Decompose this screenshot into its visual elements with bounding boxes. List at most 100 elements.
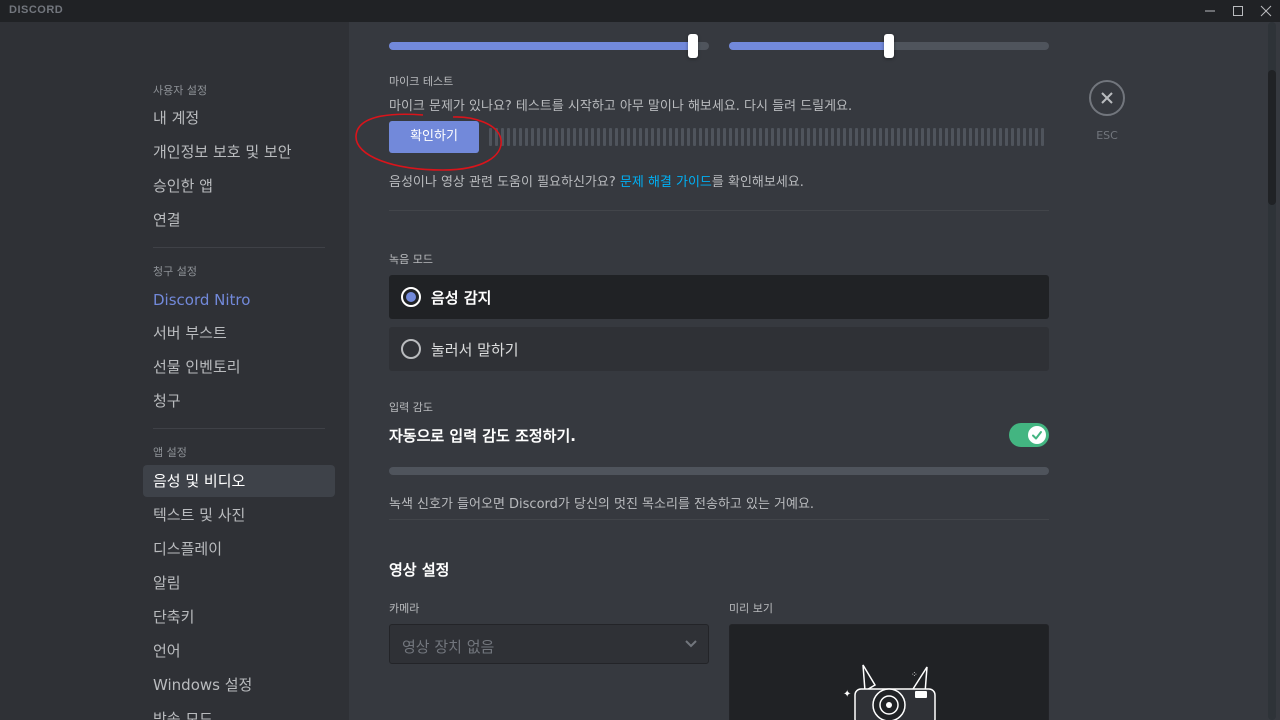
mic-level-bar — [963, 128, 966, 146]
mic-level-bar — [777, 128, 780, 146]
svg-text:✦: ✦ — [843, 689, 851, 700]
mic-level-bar — [1011, 128, 1014, 146]
mic-level-bar — [933, 128, 936, 146]
sidebar-item-windows-settings[interactable]: Windows 설정 — [143, 669, 335, 701]
sensitivity-meter — [389, 467, 1049, 475]
mic-level-bar — [669, 128, 672, 146]
mic-level-bar — [873, 128, 876, 146]
radio-button-unchecked — [401, 339, 421, 359]
sidebar-divider — [153, 428, 325, 429]
mic-level-bar — [771, 128, 774, 146]
mic-level-bar — [789, 128, 792, 146]
mic-level-bar — [813, 128, 816, 146]
sidebar-item-nitro[interactable]: Discord Nitro — [143, 284, 335, 316]
sidebar-item-language[interactable]: 언어 — [143, 635, 335, 667]
sidebar-item-keybinds[interactable]: 단축키 — [143, 601, 335, 633]
radio-voice-activity-label: 음성 감지 — [431, 289, 492, 307]
mic-level-bar — [1029, 128, 1032, 146]
camera-select[interactable]: 영상 장치 없음 — [389, 624, 709, 664]
mic-level-bar — [633, 128, 636, 146]
output-volume-handle[interactable] — [884, 34, 894, 58]
sidebar-item-my-account[interactable]: 내 계정 — [143, 102, 335, 134]
mic-level-bar — [903, 128, 906, 146]
mic-level-bar — [723, 128, 726, 146]
scrollbar-thumb[interactable] — [1268, 70, 1276, 205]
mic-level-bar — [489, 128, 492, 146]
video-settings-title: 영상 설정 — [389, 561, 450, 579]
mic-level-meter — [489, 128, 1049, 146]
output-volume-slider[interactable] — [729, 34, 1049, 58]
mic-level-bar — [693, 128, 696, 146]
mic-level-bar — [1017, 128, 1020, 146]
output-volume-fill — [729, 42, 889, 50]
mic-level-bar — [807, 128, 810, 146]
mic-level-bar — [651, 128, 654, 146]
mic-level-bar — [825, 128, 828, 146]
sidebar-item-text-images[interactable]: 텍스트 및 사진 — [143, 499, 335, 531]
radio-voice-activity[interactable]: 음성 감지 — [389, 275, 1049, 319]
mic-level-bar — [909, 128, 912, 146]
sidebar-item-server-boost[interactable]: 서버 부스트 — [143, 317, 335, 349]
mic-level-bar — [705, 128, 708, 146]
mic-level-bar — [987, 128, 990, 146]
sensitivity-note: 녹색 신호가 들어오면 Discord가 당신의 멋진 목소리를 전송하고 있는… — [389, 497, 815, 512]
svg-text:⁘: ⁘ — [911, 670, 918, 679]
mic-level-bar — [549, 128, 552, 146]
mic-level-bar — [567, 128, 570, 146]
input-volume-handle[interactable] — [688, 34, 698, 58]
scrollbar[interactable] — [1268, 22, 1276, 720]
mic-level-bar — [783, 128, 786, 146]
mic-level-bar — [849, 128, 852, 146]
mic-level-bar — [819, 128, 822, 146]
mic-level-bar — [501, 128, 504, 146]
section-divider — [389, 519, 1049, 520]
sidebar-item-gift-inventory[interactable]: 선물 인벤토리 — [143, 351, 335, 383]
mic-test-button[interactable]: 확인하기 — [389, 121, 479, 153]
title-bar: DISCORD — [0, 0, 1280, 22]
check-icon — [1032, 431, 1042, 440]
sidebar-item-billing[interactable]: 청구 — [143, 385, 335, 417]
auto-sensitivity-label: 자동으로 입력 감도 조정하기. — [389, 427, 576, 445]
settings-sidebar: 사용자 설정 내 계정 개인정보 보호 및 보안 승인한 앱 연결 청구 설정 … — [0, 22, 349, 720]
mic-level-bar — [861, 128, 864, 146]
mic-level-bar — [801, 128, 804, 146]
troubleshooting-guide-link[interactable]: 문제 해결 가이드 — [620, 175, 712, 190]
mic-level-bar — [687, 128, 690, 146]
camera-label: 카메라 — [389, 602, 420, 615]
radio-push-to-talk[interactable]: 눌러서 말하기 — [389, 327, 1049, 371]
camera-select-value: 영상 장치 없음 — [402, 638, 495, 656]
mic-level-bar — [537, 128, 540, 146]
sidebar-item-authorized-apps[interactable]: 승인한 앱 — [143, 170, 335, 202]
mic-level-bar — [729, 128, 732, 146]
mic-level-bar — [603, 128, 606, 146]
mic-level-bar — [615, 128, 618, 146]
close-icon — [1101, 92, 1113, 104]
minimize-button[interactable] — [1196, 0, 1224, 22]
mic-level-bar — [513, 128, 516, 146]
camera-preview: ✦ ⁘ — [729, 624, 1049, 720]
sidebar-item-notifications[interactable]: 알림 — [143, 567, 335, 599]
sidebar-item-connections[interactable]: 연결 — [143, 204, 335, 236]
sidebar-item-display[interactable]: 디스플레이 — [143, 533, 335, 565]
mic-level-bar — [717, 128, 720, 146]
mic-level-bar — [885, 128, 888, 146]
mic-level-bar — [969, 128, 972, 146]
mic-level-bar — [975, 128, 978, 146]
auto-sensitivity-toggle[interactable] — [1009, 423, 1049, 447]
mic-level-bar — [621, 128, 624, 146]
close-settings-button[interactable]: ESC — [1089, 80, 1125, 142]
close-window-button[interactable] — [1252, 0, 1280, 22]
voice-video-settings: 마이크 테스트 마이크 문제가 있나요? 테스트를 시작하고 아무 말이나 해보… — [349, 22, 1280, 720]
mic-level-bar — [897, 128, 900, 146]
maximize-button[interactable] — [1224, 0, 1252, 22]
mic-level-bar — [891, 128, 894, 146]
mic-level-bar — [507, 128, 510, 146]
sidebar-item-voice-video[interactable]: 음성 및 비디오 — [143, 465, 335, 497]
input-volume-slider[interactable] — [389, 34, 709, 58]
sidebar-item-streamer-mode[interactable]: 방송 모드 — [143, 703, 335, 720]
mic-level-bar — [1041, 128, 1044, 146]
close-circle — [1089, 80, 1125, 116]
sidebar-item-privacy[interactable]: 개인정보 보호 및 보안 — [143, 136, 335, 168]
mic-level-bar — [795, 128, 798, 146]
mic-level-bar — [519, 128, 522, 146]
